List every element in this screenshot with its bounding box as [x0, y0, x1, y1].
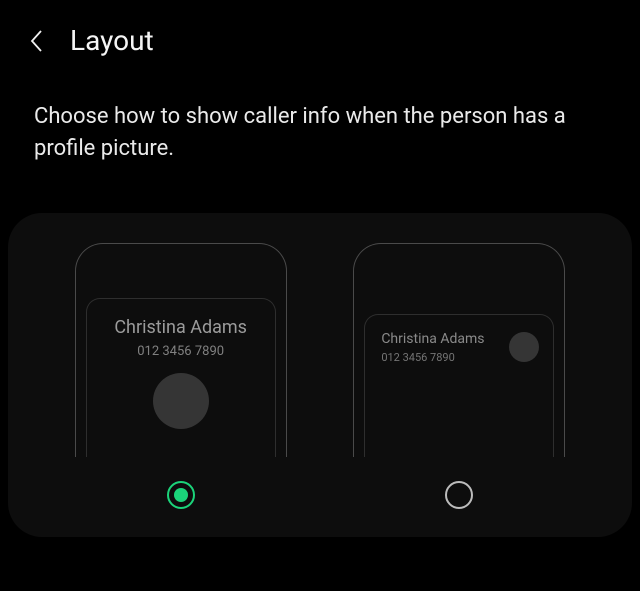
- caller-number: 012 3456 7890: [381, 351, 484, 364]
- back-button[interactable]: [24, 28, 50, 54]
- caller-number: 012 3456 7890: [137, 344, 224, 359]
- caller-name: Christina Adams: [381, 331, 484, 347]
- layout-option-centered[interactable]: Christina Adams 012 3456 7890: [75, 243, 287, 509]
- phone-preview-compact: Christina Adams 012 3456 7890: [353, 243, 565, 457]
- avatar-icon: [509, 332, 539, 362]
- layout-option-compact[interactable]: Christina Adams 012 3456 7890: [353, 243, 565, 509]
- call-card-centered: Christina Adams 012 3456 7890: [86, 298, 276, 457]
- layout-options-panel: Christina Adams 012 3456 7890 Christina …: [8, 213, 632, 537]
- radio-unselected[interactable]: [445, 481, 473, 509]
- description-text: Choose how to show caller info when the …: [0, 67, 640, 165]
- chevron-left-icon: [28, 28, 46, 54]
- radio-selected[interactable]: [167, 481, 195, 509]
- header: Layout: [0, 0, 640, 67]
- phone-preview-centered: Christina Adams 012 3456 7890: [75, 243, 287, 457]
- caller-name: Christina Adams: [114, 317, 247, 338]
- avatar-icon: [153, 373, 209, 429]
- page-title: Layout: [70, 24, 154, 57]
- call-card-compact: Christina Adams 012 3456 7890: [364, 314, 554, 457]
- radio-dot-icon: [174, 488, 188, 502]
- layout-options: Christina Adams 012 3456 7890 Christina …: [8, 243, 632, 509]
